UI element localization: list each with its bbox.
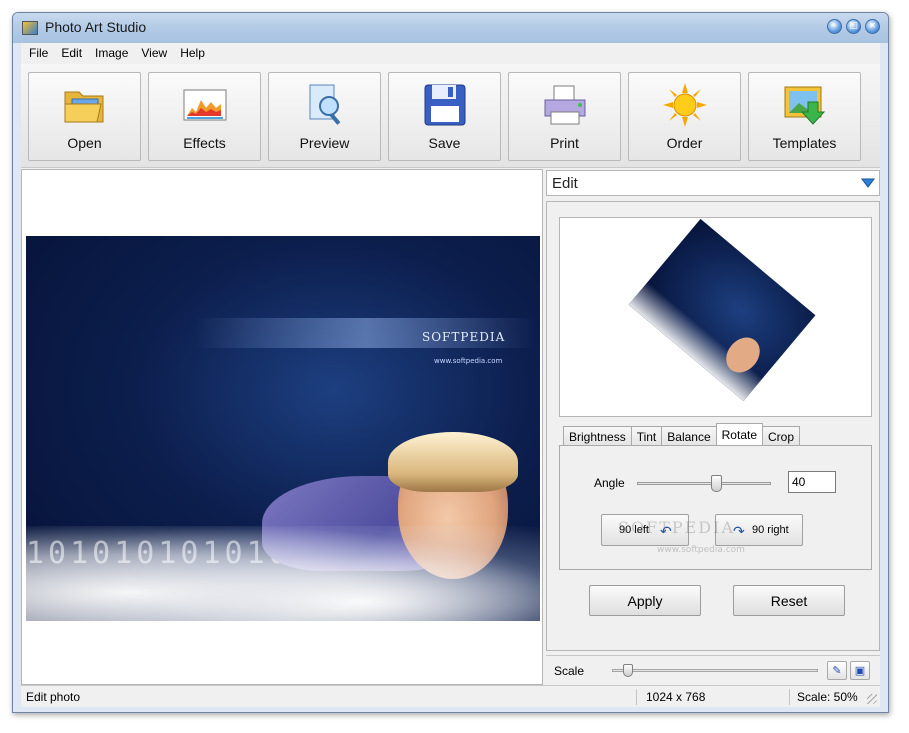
- template-download-icon: [784, 86, 826, 125]
- angle-label: Angle: [594, 476, 625, 490]
- scale-label: Scale: [554, 664, 585, 678]
- menu-image[interactable]: Image: [89, 43, 135, 64]
- chevron-down-icon[interactable]: [861, 177, 875, 189]
- rotate-right-label: 90 right: [752, 524, 789, 536]
- auto-fit-icon[interactable]: ✎: [827, 661, 847, 680]
- status-separator: [636, 689, 637, 705]
- menu-file[interactable]: File: [23, 43, 55, 64]
- rotated-thumbnail: [628, 218, 816, 402]
- effects-chart-icon: [183, 89, 227, 121]
- open-label: Open: [67, 135, 102, 151]
- title-bar[interactable]: Photo Art Studio – □ ×: [13, 13, 888, 43]
- scale-bar: Scale ✎ ▣: [546, 655, 880, 685]
- app-icon: [22, 21, 38, 35]
- status-dimensions: 1024 x 768: [646, 690, 706, 704]
- window-title: Photo Art Studio: [45, 19, 147, 35]
- menu-view[interactable]: View: [135, 43, 174, 64]
- preview-button[interactable]: Preview: [268, 72, 381, 161]
- print-label: Print: [550, 135, 579, 151]
- mode-dropdown-value: Edit: [552, 175, 578, 192]
- status-bar: Edit photo 1024 x 768 Scale: 50%: [21, 685, 880, 707]
- adjust-tabs: Brightness Tint Balance Rotate Crop: [563, 423, 801, 446]
- scale-slider-thumb[interactable]: [623, 664, 633, 677]
- photo-brand-text: SOFTPEDIA: [422, 330, 506, 344]
- print-button[interactable]: Print: [508, 72, 621, 161]
- status-scale: Scale: 50%: [797, 690, 858, 704]
- angle-slider-thumb[interactable]: [711, 475, 722, 492]
- close-icon[interactable]: ×: [865, 19, 880, 34]
- printer-icon: [544, 85, 586, 125]
- tab-tint[interactable]: Tint: [630, 426, 663, 446]
- scale-slider-track[interactable]: [612, 669, 818, 672]
- effects-button[interactable]: Effects: [148, 72, 261, 161]
- angle-slider-track[interactable]: [637, 482, 771, 485]
- tab-brightness[interactable]: Brightness: [563, 426, 632, 446]
- app-window: Photo Art Studio – □ × File Edit Image V…: [12, 12, 889, 713]
- watermark-url: www.softpedia.com: [657, 545, 745, 555]
- save-button[interactable]: Save: [388, 72, 501, 161]
- menu-bar: File Edit Image View Help: [21, 43, 880, 64]
- effects-label: Effects: [183, 135, 226, 151]
- angle-input[interactable]: 40: [788, 471, 836, 493]
- menu-edit[interactable]: Edit: [55, 43, 89, 64]
- edit-panel-body: Brightness Tint Balance Rotate Crop Angl…: [546, 201, 880, 651]
- actual-size-icon[interactable]: ▣: [850, 661, 870, 680]
- templates-button[interactable]: Templates: [748, 72, 861, 161]
- folder-open-icon: [64, 91, 104, 123]
- preview-label: Preview: [299, 135, 350, 151]
- order-label: Order: [666, 135, 703, 151]
- watermark: SOFTPEDIA: [618, 518, 735, 537]
- floppy-disk-icon: [424, 84, 466, 126]
- magnifier-page-icon: [309, 84, 341, 125]
- minimize-icon[interactable]: –: [827, 19, 842, 34]
- status-separator: [789, 689, 790, 705]
- mode-dropdown[interactable]: Edit: [546, 170, 880, 196]
- save-label: Save: [428, 135, 461, 151]
- tab-balance[interactable]: Balance: [661, 426, 717, 446]
- photo-snow: [26, 526, 540, 621]
- resize-grip-icon[interactable]: [867, 694, 877, 704]
- maximize-icon[interactable]: □: [846, 19, 861, 34]
- templates-label: Templates: [772, 135, 837, 151]
- reset-button[interactable]: Reset: [733, 585, 845, 616]
- open-button[interactable]: Open: [28, 72, 141, 161]
- sun-icon: [663, 83, 707, 127]
- edited-photo[interactable]: SOFTPEDIA www.softpedia.com 101010101010…: [26, 236, 540, 621]
- edit-panel: Edit Brightness Tint Balance Rotate Crop…: [545, 169, 880, 685]
- tab-rotate[interactable]: Rotate: [715, 423, 763, 446]
- menu-help[interactable]: Help: [174, 43, 212, 64]
- image-canvas[interactable]: SOFTPEDIA www.softpedia.com 101010101010…: [21, 169, 543, 685]
- photo-figure-hair: [388, 432, 518, 492]
- caption-buttons: – □ ×: [827, 19, 880, 34]
- photo-brand-url: www.softpedia.com: [434, 357, 503, 365]
- order-button[interactable]: Order: [628, 72, 741, 161]
- tab-crop[interactable]: Crop: [762, 426, 801, 446]
- status-message: Edit photo: [26, 690, 81, 704]
- rotate-preview: [559, 217, 872, 417]
- main-toolbar: Open Effects Preview Save Print Order Te…: [21, 64, 880, 168]
- client-area: File Edit Image View Help Open Effects P…: [21, 43, 880, 707]
- apply-button[interactable]: Apply: [589, 585, 701, 616]
